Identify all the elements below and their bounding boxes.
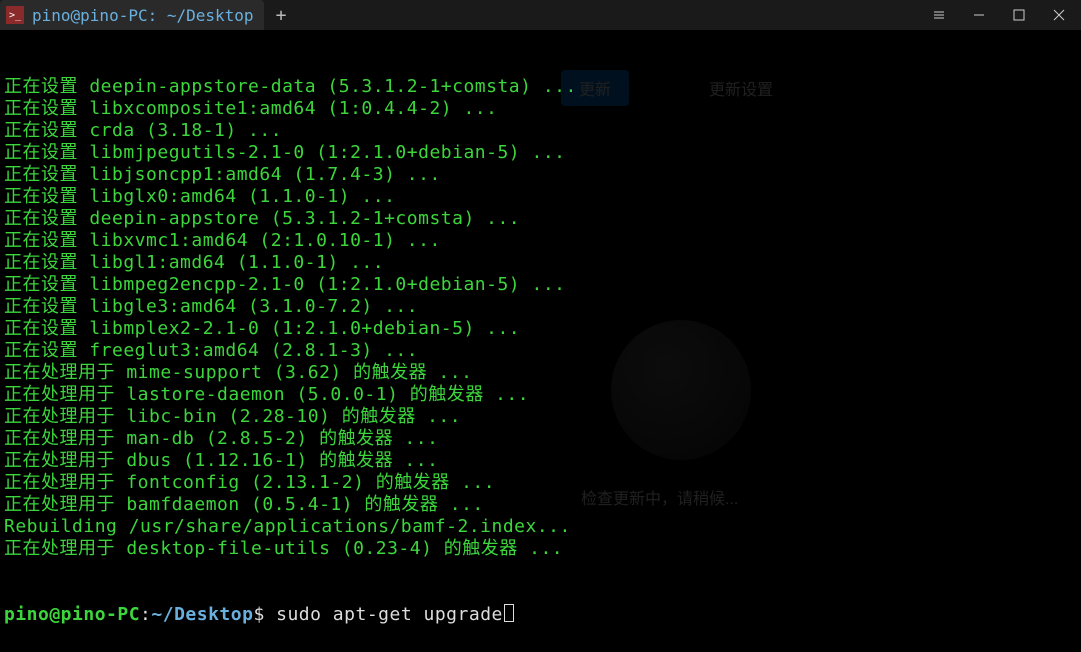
- minimize-button[interactable]: [965, 1, 993, 29]
- maximize-button[interactable]: [1005, 1, 1033, 29]
- output-line: 正在设置 libgle3:amd64 (3.1.0-7.2) ...: [4, 296, 1077, 318]
- terminal-output[interactable]: 正在设置 deepin-appstore-data (5.3.1.2-1+com…: [0, 30, 1081, 652]
- prompt-line: pino@pino-PC:~/Desktop$ sudo apt-get upg…: [4, 604, 1077, 626]
- output-line: 正在处理用于 libc-bin (2.28-10) 的触发器 ...: [4, 406, 1077, 428]
- new-tab-button[interactable]: +: [264, 5, 299, 26]
- output-line: 正在处理用于 lastore-daemon (5.0.0-1) 的触发器 ...: [4, 384, 1077, 406]
- titlebar: >_ pino@pino-PC: ~/Desktop +: [0, 0, 1081, 30]
- output-line: 正在处理用于 fontconfig (2.13.1-2) 的触发器 ...: [4, 472, 1077, 494]
- output-line: 正在设置 deepin-appstore (5.3.1.2-1+comsta) …: [4, 208, 1077, 230]
- output-line: 正在设置 deepin-appstore-data (5.3.1.2-1+com…: [4, 76, 1077, 98]
- output-line: 正在处理用于 bamfdaemon (0.5.4-1) 的触发器 ...: [4, 494, 1077, 516]
- output-line: 正在处理用于 dbus (1.12.16-1) 的触发器 ...: [4, 450, 1077, 472]
- output-line: 正在处理用于 mime-support (3.62) 的触发器 ...: [4, 362, 1077, 384]
- prompt-colon: :: [140, 604, 151, 626]
- cursor: [504, 604, 514, 622]
- output-line: 正在设置 freeglut3:amd64 (2.8.1-3) ...: [4, 340, 1077, 362]
- output-line: 正在设置 libmjpegutils-2.1-0 (1:2.1.0+debian…: [4, 142, 1077, 164]
- prompt-command: sudo apt-get upgrade: [276, 604, 503, 626]
- output-line: 正在设置 libmpeg2encpp-2.1-0 (1:2.1.0+debian…: [4, 274, 1077, 296]
- output-line: 正在设置 crda (3.18-1) ...: [4, 120, 1077, 142]
- menu-button[interactable]: [925, 1, 953, 29]
- close-button[interactable]: [1045, 1, 1073, 29]
- tab-title: pino@pino-PC: ~/Desktop: [32, 6, 254, 25]
- prompt-user: pino@pino-PC: [4, 604, 140, 626]
- output-line: Rebuilding /usr/share/applications/bamf-…: [4, 516, 1077, 538]
- prompt-dollar: $: [253, 604, 276, 626]
- output-line: 正在处理用于 desktop-file-utils (0.23-4) 的触发器 …: [4, 538, 1077, 560]
- output-line: 正在设置 libglx0:amd64 (1.1.0-1) ...: [4, 186, 1077, 208]
- output-line: 正在设置 libmplex2-2.1-0 (1:2.1.0+debian-5) …: [4, 318, 1077, 340]
- terminal-icon: >_: [6, 6, 24, 24]
- output-line: 正在设置 libxcomposite1:amd64 (1:0.4.4-2) ..…: [4, 98, 1077, 120]
- prompt-path: ~/Desktop: [151, 604, 253, 626]
- output-line: 正在设置 libxvmc1:amd64 (2:1.0.10-1) ...: [4, 230, 1077, 252]
- window-controls: [925, 0, 1073, 30]
- output-line: 正在设置 libgl1:amd64 (1.1.0-1) ...: [4, 252, 1077, 274]
- terminal-tab[interactable]: >_ pino@pino-PC: ~/Desktop: [0, 0, 264, 30]
- output-line: 正在处理用于 man-db (2.8.5-2) 的触发器 ...: [4, 428, 1077, 450]
- output-line: 正在设置 libjsoncpp1:amd64 (1.7.4-3) ...: [4, 164, 1077, 186]
